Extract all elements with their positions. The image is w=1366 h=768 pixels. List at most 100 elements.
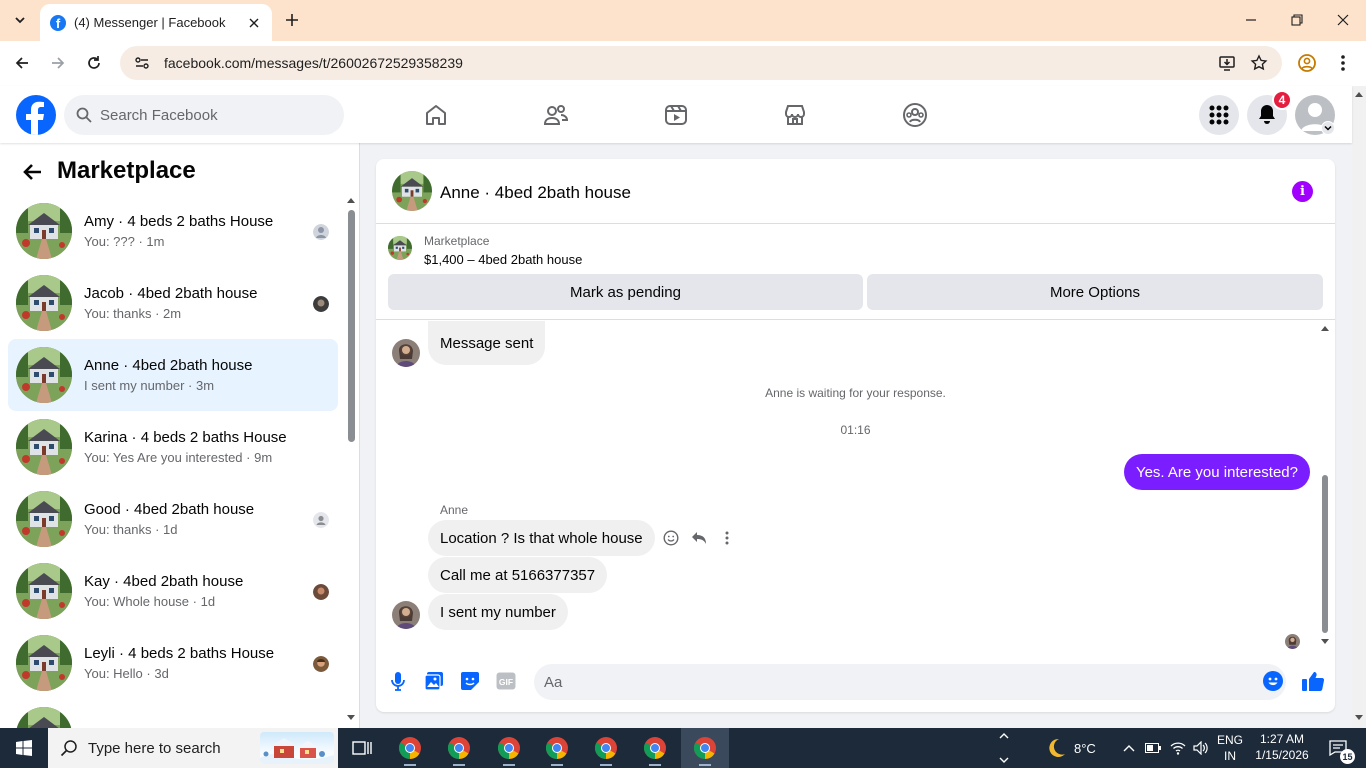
sidebar-scroll-thumb[interactable] bbox=[348, 210, 355, 442]
conversation-thumbnail bbox=[16, 491, 72, 547]
info-icon[interactable]: i bbox=[1292, 181, 1313, 202]
taskbar-overflow-button[interactable] bbox=[995, 728, 1013, 768]
facebook-search-box[interactable]: Search Facebook bbox=[64, 95, 344, 135]
bookmark-button[interactable] bbox=[1250, 54, 1268, 72]
conversation-item[interactable]: Kay · 4bed 2bath house You: Whole house ·… bbox=[8, 555, 338, 627]
message-bubble[interactable]: Message sent bbox=[428, 321, 546, 365]
conversation-item[interactable]: Anne · 4bed 2bath house I sent my number … bbox=[8, 339, 338, 411]
conversation-text: Anne · 4bed 2bath house I sent my number … bbox=[84, 357, 338, 393]
language-indicator[interactable]: ENG bbox=[1214, 733, 1246, 747]
speaker-icon bbox=[1193, 741, 1208, 755]
emoji-button[interactable] bbox=[1261, 669, 1285, 693]
address-bar[interactable]: facebook.com/messages/t/2600267252935823… bbox=[120, 46, 1282, 80]
seen-by-avatar bbox=[313, 584, 329, 600]
svg-text:GIF: GIF bbox=[499, 677, 513, 687]
back-button[interactable] bbox=[10, 51, 34, 75]
sender-avatar[interactable] bbox=[392, 601, 420, 629]
back-to-chats-button[interactable] bbox=[20, 160, 44, 184]
task-view-button[interactable] bbox=[338, 728, 386, 768]
conversation-item[interactable]: Dinesh · 4bed 2bath house bbox=[8, 699, 338, 728]
chrome-taskbar-app[interactable] bbox=[485, 728, 533, 768]
browser-tab[interactable]: f (4) Messenger | Facebook bbox=[40, 4, 272, 41]
network-status[interactable] bbox=[1166, 728, 1190, 768]
friends-nav-button[interactable] bbox=[541, 100, 571, 130]
minimize-button[interactable] bbox=[1239, 8, 1263, 32]
listing-price[interactable]: $1,400 – 4bed 2bath house bbox=[424, 252, 582, 267]
groups-nav-button[interactable] bbox=[900, 100, 930, 130]
reply-button[interactable] bbox=[689, 528, 709, 548]
chrome-taskbar-app[interactable] bbox=[435, 728, 483, 768]
battery-status[interactable] bbox=[1142, 728, 1164, 768]
conversation-item[interactable]: Amy · 4 beds 2 baths House You: ??? · 1m bbox=[8, 195, 338, 267]
home-nav-button[interactable] bbox=[421, 100, 451, 130]
conversation-item[interactable]: Good · 4bed 2bath house You: thanks · 1d bbox=[8, 483, 338, 555]
start-button[interactable] bbox=[0, 728, 48, 768]
tab-close-button[interactable] bbox=[246, 15, 262, 31]
window-close-button[interactable] bbox=[1331, 8, 1355, 32]
more-options-button[interactable]: More Options bbox=[867, 274, 1323, 310]
more-actions-button[interactable] bbox=[717, 528, 737, 548]
message-input[interactable] bbox=[534, 664, 1286, 700]
account-chevron-icon[interactable] bbox=[1321, 121, 1335, 135]
facebook-logo-icon[interactable] bbox=[16, 95, 56, 135]
chat-avatar[interactable] bbox=[392, 171, 432, 211]
sidebar-scrollbar[interactable] bbox=[345, 195, 357, 723]
reload-button[interactable] bbox=[82, 51, 106, 75]
video-nav-button[interactable] bbox=[661, 100, 691, 130]
chat-title[interactable]: Anne · 4bed 2bath house bbox=[440, 183, 631, 203]
menu-grid-button[interactable] bbox=[1199, 95, 1239, 135]
message-bubble[interactable]: I sent my number bbox=[428, 594, 568, 630]
forward-button[interactable] bbox=[46, 51, 70, 75]
chrome-taskbar-app[interactable] bbox=[582, 728, 630, 768]
taskbar-search-box[interactable]: Type here to search bbox=[48, 728, 338, 768]
new-tab-button[interactable] bbox=[282, 10, 302, 30]
chrome-taskbar-app[interactable] bbox=[533, 728, 581, 768]
outgoing-message-bubble[interactable]: Yes. Are you interested? bbox=[1123, 454, 1310, 490]
restore-icon bbox=[1291, 14, 1303, 26]
conversation-item[interactable]: Karina · 4 beds 2 baths House You: Yes Ar… bbox=[8, 411, 338, 483]
voice-clip-button[interactable] bbox=[386, 669, 410, 693]
message-bubble[interactable]: Location ? Is that whole house bbox=[428, 520, 655, 556]
minimize-icon bbox=[1246, 19, 1256, 21]
marketplace-nav-button[interactable] bbox=[780, 100, 810, 130]
browser-menu-button[interactable] bbox=[1331, 51, 1355, 75]
chrome-taskbar-app-active[interactable] bbox=[681, 728, 729, 768]
action-center-button[interactable]: 15 bbox=[1318, 728, 1358, 768]
conversation-preview: You: Yes Are you interested · 9m bbox=[84, 450, 273, 465]
conversation-text: Good · 4bed 2bath house You: thanks · 1d bbox=[84, 501, 338, 537]
like-button[interactable] bbox=[1301, 669, 1325, 693]
sender-avatar[interactable] bbox=[392, 339, 420, 367]
chat-scroll-thumb[interactable] bbox=[1322, 475, 1328, 633]
scroll-down-icon bbox=[1321, 639, 1329, 644]
seen-indicator-avatar bbox=[1285, 634, 1300, 649]
plus-icon bbox=[286, 14, 298, 26]
message-bubble[interactable]: Call me at 5166377357 bbox=[428, 557, 608, 593]
install-app-button[interactable] bbox=[1218, 54, 1236, 72]
react-button[interactable] bbox=[661, 528, 681, 548]
listing-thumbnail[interactable] bbox=[388, 236, 412, 260]
attach-photo-button[interactable] bbox=[422, 669, 446, 693]
mark-as-pending-button[interactable]: Mark as pending bbox=[388, 274, 863, 310]
volume-control[interactable] bbox=[1190, 728, 1212, 768]
conversation-preview: You: thanks · 2m bbox=[84, 306, 182, 321]
tab-search-button[interactable] bbox=[8, 8, 32, 32]
gif-button[interactable]: GIF bbox=[494, 669, 518, 693]
conversation-item[interactable]: Jacob · 4bed 2bath house You: thanks · 2m bbox=[8, 267, 338, 339]
weather-temperature[interactable]: 8°C bbox=[1074, 741, 1096, 756]
page-scrollbar[interactable] bbox=[1352, 86, 1366, 728]
scroll-down-icon bbox=[347, 715, 355, 720]
sidebar-title: Marketplace bbox=[57, 157, 196, 184]
sticker-button[interactable] bbox=[458, 669, 482, 693]
restore-button[interactable] bbox=[1285, 8, 1309, 32]
conversation-thumbnail bbox=[16, 275, 72, 331]
chrome-taskbar-app[interactable] bbox=[631, 728, 679, 768]
taskbar-clock-time[interactable]: 1:27 AM bbox=[1250, 732, 1314, 746]
browser-profile-button[interactable] bbox=[1295, 51, 1319, 75]
conversation-text: Jacob · 4bed 2bath house You: thanks · 2m bbox=[84, 285, 338, 321]
chat-scrollbar[interactable] bbox=[1319, 321, 1331, 651]
show-hidden-icons-button[interactable] bbox=[1119, 728, 1139, 768]
weather-widget[interactable] bbox=[1036, 728, 1076, 768]
conversation-item[interactable]: Leyli · 4 beds 2 baths House You: Hello ·… bbox=[8, 627, 338, 699]
chrome-taskbar-app[interactable] bbox=[386, 728, 434, 768]
more-vertical-icon bbox=[725, 531, 729, 545]
